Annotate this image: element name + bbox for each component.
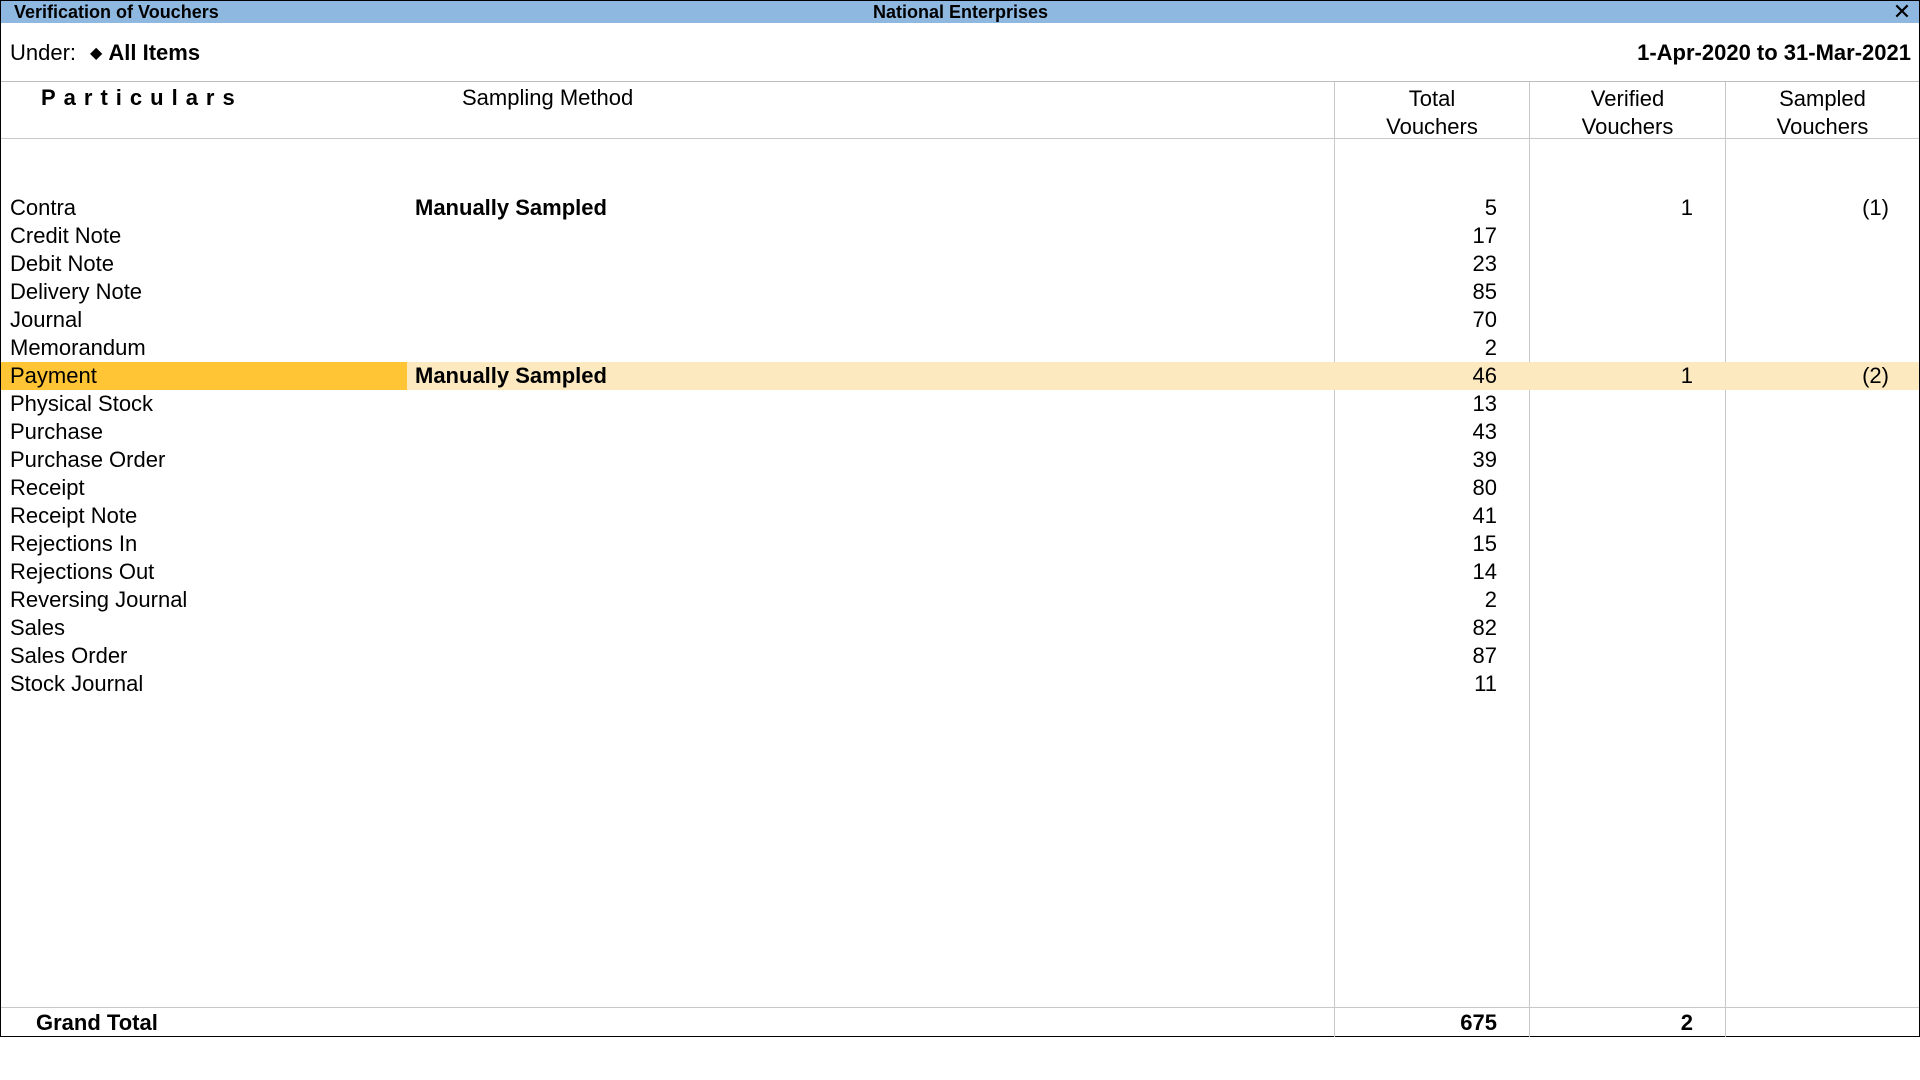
header-total-line2: Vouchers (1386, 114, 1478, 139)
table-row[interactable]: Memorandum 2 (1, 334, 1919, 362)
table-row[interactable]: Reversing Journal 2 (1, 586, 1919, 614)
particulars-cell: Purchase Order (10, 447, 166, 472)
total-vouchers-cell: 70 (1472, 307, 1497, 332)
grand-total-verified: 2 (1680, 1010, 1693, 1035)
particulars-cell: Debit Note (10, 251, 114, 276)
under-value: All Items (108, 40, 201, 65)
under-label: Under: (10, 40, 77, 65)
total-vouchers-cell: 2 (1484, 587, 1497, 612)
particulars-cell: Purchase (10, 419, 103, 444)
total-vouchers-cell: 87 (1472, 643, 1497, 668)
sampling-method-cell: Manually Sampled (415, 363, 607, 388)
particulars-cell: Reversing Journal (10, 587, 188, 612)
total-vouchers-cell: 80 (1472, 475, 1497, 500)
total-vouchers-cell: 46 (1472, 363, 1497, 388)
table-row[interactable]: Debit Note 23 (1, 250, 1919, 278)
total-vouchers-cell: 85 (1472, 279, 1497, 304)
table-row[interactable]: Receipt Note 41 (1, 502, 1919, 530)
table-row[interactable]: Sales 82 (1, 614, 1919, 642)
header-particulars: Particulars (41, 85, 243, 110)
table-row[interactable]: Receipt 80 (1, 474, 1919, 502)
particulars-cell: Delivery Note (10, 279, 143, 304)
table-row[interactable]: Delivery Note 85 (1, 278, 1919, 306)
total-vouchers-cell: 41 (1472, 503, 1497, 528)
table-row[interactable]: Rejections In 15 (1, 530, 1919, 558)
company-name: National Enterprises (873, 2, 1049, 22)
particulars-cell: Payment (1, 362, 407, 390)
particulars-cell: Sales Order (10, 643, 128, 668)
particulars-cell: Rejections Out (10, 559, 155, 584)
column-header: Particulars Sampling Method Total Vouche… (1, 82, 1919, 139)
grand-total-vouchers: 675 (1460, 1010, 1497, 1035)
particulars-cell: Receipt (10, 475, 85, 500)
voucher-type-list: Contra Manually Sampled 5 1 (1) Credit Note 17… (1, 194, 1919, 698)
particulars-cell: Sales (10, 615, 66, 640)
report-window: Verification of Vouchers National Enterp… (0, 0, 1920, 1037)
close-icon[interactable]: ✕ (1891, 1, 1913, 23)
total-vouchers-cell: 14 (1472, 559, 1497, 584)
table-row[interactable]: Journal 70 (1, 306, 1919, 334)
total-vouchers-cell: 11 (1474, 671, 1497, 696)
header-verified-line1: Verified (1590, 86, 1665, 111)
grand-total-row: Grand Total 675 2 (1, 1007, 1919, 1038)
under-filter[interactable]: Under: ◆ All Items (10, 40, 200, 66)
particulars-cell: Memorandum (10, 335, 146, 360)
header-sampled-vouchers: Sampled Vouchers (1726, 85, 1919, 141)
particulars-cell: Physical Stock (10, 391, 154, 416)
verified-vouchers-cell: 1 (1680, 195, 1693, 220)
grand-total-label: Grand Total (36, 1010, 158, 1035)
total-vouchers-cell: 82 (1472, 615, 1497, 640)
report-period[interactable]: 1-Apr-2020 to 31-Mar-2021 (1637, 40, 1911, 66)
particulars-cell: Receipt Note (10, 503, 138, 528)
header-sampled-line1: Sampled (1779, 86, 1866, 111)
sampling-method-cell: Manually Sampled (415, 195, 607, 220)
table-row[interactable]: Rejections Out 14 (1, 558, 1919, 586)
total-vouchers-cell: 15 (1472, 531, 1497, 556)
diamond-icon: ◆ (90, 45, 103, 62)
header-total-vouchers: Total Vouchers (1335, 85, 1529, 141)
header-sampled-line2: Vouchers (1776, 114, 1869, 139)
total-vouchers-cell: 5 (1484, 195, 1497, 220)
total-vouchers-cell: 39 (1472, 447, 1497, 472)
table-row[interactable]: Sales Order 87 (1, 642, 1919, 670)
particulars-cell: Rejections In (10, 531, 138, 556)
report-filter-bar: Under: ◆ All Items 1-Apr-2020 to 31-Mar-20… (1, 23, 1919, 82)
header-sampling-method: Sampling Method (462, 85, 634, 110)
table-row[interactable]: Purchase Order 39 (1, 446, 1919, 474)
table-row[interactable]: Payment Manually Sampled 46 1 (2) (1, 362, 1919, 390)
sampled-vouchers-cell: (1) (1862, 195, 1889, 220)
table-row[interactable]: Contra Manually Sampled 5 1 (1) (1, 194, 1919, 222)
header-verified-vouchers: Verified Vouchers (1530, 85, 1725, 141)
title-bar: Verification of Vouchers National Enterp… (1, 1, 1919, 23)
particulars-cell: Credit Note (10, 223, 122, 248)
sampled-vouchers-cell: (2) (1862, 363, 1889, 388)
table-row[interactable]: Physical Stock 13 (1, 390, 1919, 418)
report-title: Verification of Vouchers (14, 2, 219, 22)
table-row[interactable]: Stock Journal 11 (1, 670, 1919, 698)
header-verified-line2: Vouchers (1581, 114, 1674, 139)
particulars-cell: Stock Journal (10, 671, 144, 696)
particulars-cell: Contra (10, 195, 77, 220)
table-row[interactable]: Purchase 43 (1, 418, 1919, 446)
total-vouchers-cell: 17 (1472, 223, 1497, 248)
verified-vouchers-cell: 1 (1680, 363, 1693, 388)
table-row[interactable]: Credit Note 17 (1, 222, 1919, 250)
total-vouchers-cell: 13 (1472, 391, 1497, 416)
total-vouchers-cell: 2 (1484, 335, 1497, 360)
total-vouchers-cell: 43 (1472, 419, 1497, 444)
total-vouchers-cell: 23 (1472, 251, 1497, 276)
particulars-cell: Journal (10, 307, 83, 332)
header-total-line1: Total (1408, 86, 1456, 111)
